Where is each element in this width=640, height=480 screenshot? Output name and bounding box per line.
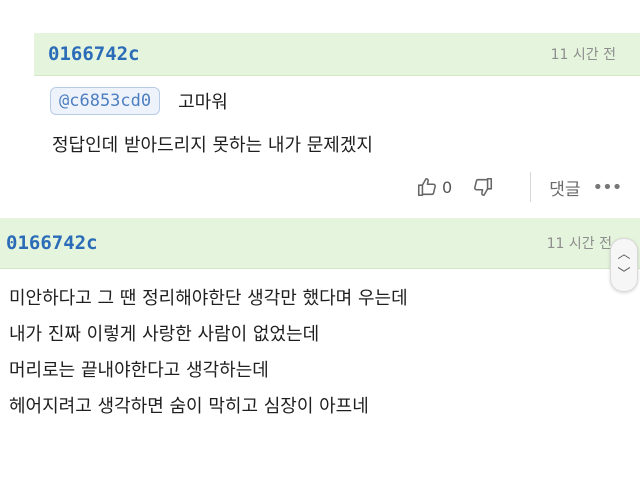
comment-timestamp: 11 시간 전 xyxy=(550,47,616,63)
thumbs-down-icon xyxy=(474,177,493,197)
divider xyxy=(530,172,532,202)
comment-body: 정답인데 받아드리지 못하는 내가 문제겠지 xyxy=(52,135,373,156)
comment-author[interactable]: 0166742c xyxy=(48,43,140,65)
scroll-down-icon[interactable]: ﹀ xyxy=(617,265,630,285)
comment-author[interactable]: 0166742c xyxy=(6,232,98,254)
comment-actions: 0 댓글 ••• xyxy=(416,170,640,204)
comment-line: 내가 진짜 이렇게 사랑한 사람이 없었는데 xyxy=(9,324,320,345)
comment-line: 미안하다고 그 땐 정리해야한단 생각만 했다며 우는데 xyxy=(9,288,408,309)
thumbs-up-icon xyxy=(417,177,436,197)
comment-header: 0166742c 11 시간 전 xyxy=(34,33,640,76)
like-count: 0 xyxy=(442,177,453,197)
comment-line: 헤어지려고 생각하면 숨이 막히고 심장이 아프네 xyxy=(9,396,369,417)
like-button[interactable]: 0 xyxy=(416,176,452,198)
dislike-button[interactable] xyxy=(472,176,494,198)
reply-button[interactable]: 댓글 xyxy=(549,175,580,200)
comment-header: 0166742c 11 시간 전 xyxy=(0,218,640,269)
mention-text: 고마워 xyxy=(178,92,228,113)
scroll-up-icon[interactable]: ︿ xyxy=(617,245,630,265)
scroll-control[interactable]: ︿ ﹀ xyxy=(610,238,638,292)
comment-body: 미안하다고 그 땐 정리해야한단 생각만 했다며 우는데 내가 진짜 이렇게 사… xyxy=(9,286,408,430)
mention-row: @c6853cd0 고마워 xyxy=(50,87,228,115)
more-options-icon[interactable]: ••• xyxy=(592,177,622,198)
comment-line: 머리로는 끝내야한다고 생각하는데 xyxy=(9,360,269,381)
mention-tag[interactable]: @c6853cd0 xyxy=(50,87,161,115)
comment-timestamp: 11 시간 전 xyxy=(546,236,612,252)
